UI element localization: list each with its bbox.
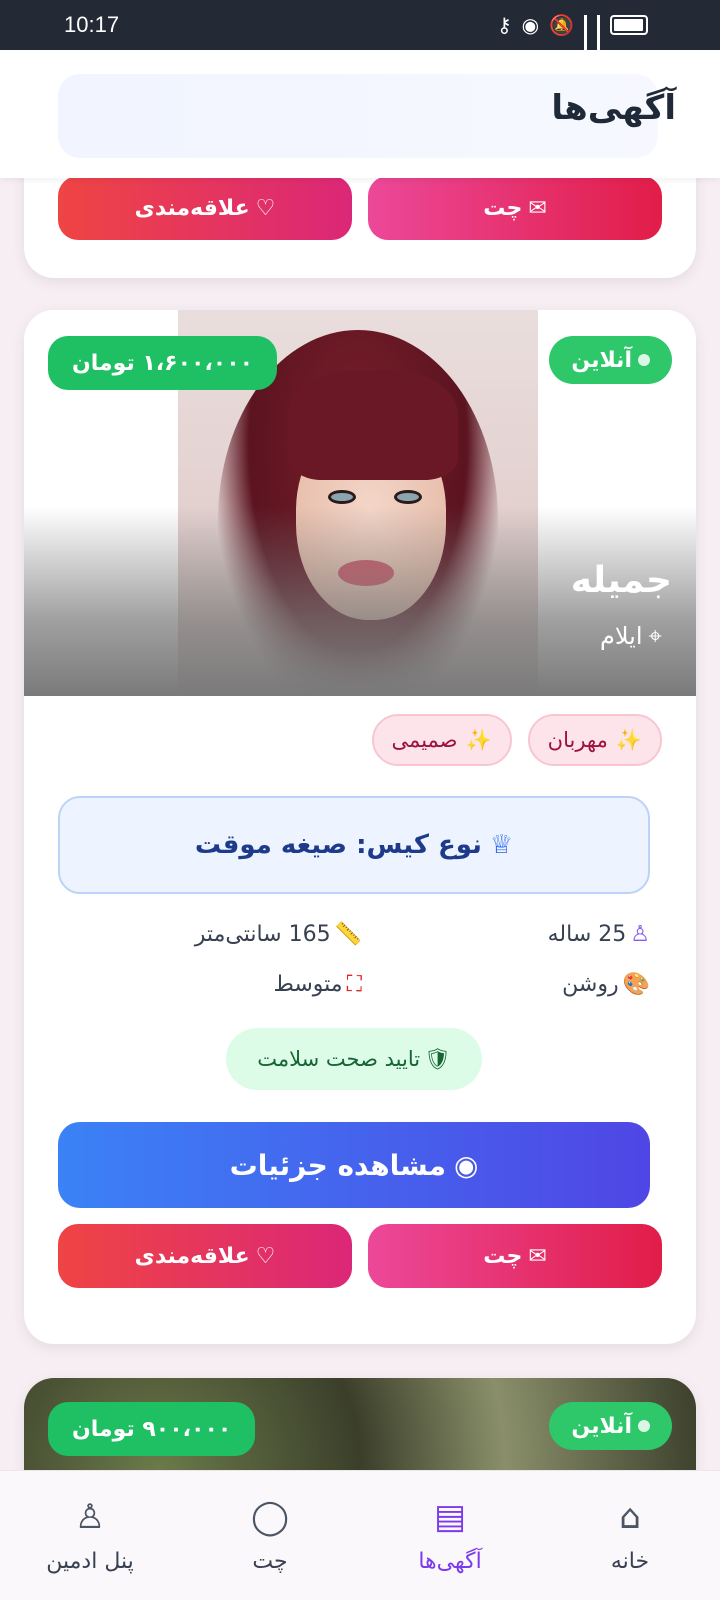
skin-label: روشن: [562, 972, 619, 997]
nav-label: پنل ادمین: [46, 1549, 134, 1574]
sparkle-icon: ✨: [465, 727, 492, 752]
ads-list[interactable]: ♡ علاقه‌مندی ✉ چت آنلاین: [0, 0, 720, 1600]
favorite-button[interactable]: ♡ علاقه‌مندی: [58, 1224, 352, 1288]
eye-icon: ◉: [521, 13, 540, 37]
person-city: ⌖ ایلام: [600, 622, 662, 650]
nav-ads[interactable]: ▤ آگهی‌ها: [360, 1471, 540, 1600]
status-time: 10:17: [64, 12, 120, 37]
home-icon: ⌂: [619, 1497, 641, 1537]
details-label: مشاهده جزئیات: [229, 1148, 446, 1182]
tag-kind: ✨ مهربان: [527, 714, 662, 766]
profile-photo[interactable]: آنلاین ۱،۶۰۰،۰۰۰ تومان جمیله ⌖ ایلام: [24, 310, 696, 696]
battery-icon: [610, 15, 648, 35]
admin-user-icon: ♙: [74, 1497, 106, 1537]
person-name: جمیله: [570, 560, 672, 601]
key-icon: ⚷: [496, 13, 512, 37]
price-badge: ۹۰۰،۰۰۰ تومان: [48, 1402, 256, 1456]
heart-plus-icon: ♡: [255, 195, 276, 221]
signal-4g-icon: [597, 15, 600, 63]
tag-label: صمیمی: [391, 728, 458, 752]
sparkle-icon: ✨: [615, 727, 642, 752]
online-badge: آنلاین: [549, 336, 672, 384]
age-info: ♙ 25 ساله: [548, 922, 650, 947]
nav-label: خانه: [610, 1549, 650, 1574]
nav-home[interactable]: ⌂ خانه: [540, 1471, 720, 1600]
chat-label: چت: [483, 1243, 523, 1269]
mute-icon: 🔕: [549, 13, 574, 37]
location-pin-icon: ⌖: [648, 622, 662, 650]
city-label: ایلام: [599, 622, 643, 650]
ad-card[interactable]: آنلاین ۱،۶۰۰،۰۰۰ تومان جمیله ⌖ ایلام ✨ م…: [24, 310, 696, 1344]
crown-icon: ♕: [489, 830, 514, 860]
case-type-label: نوع کیس: صیغه موقت: [194, 830, 482, 860]
favorite-label: علاقه‌مندی: [134, 195, 250, 221]
tag-label: مهربان: [547, 728, 608, 752]
price-badge: ۱،۶۰۰،۰۰۰ تومان: [48, 336, 278, 390]
case-type-box: ♕ نوع کیس: صیغه موقت: [58, 796, 650, 894]
age-label: 25 ساله: [547, 922, 627, 947]
body-label: متوسط: [273, 972, 343, 997]
nav-chat[interactable]: ◯ چت: [180, 1471, 360, 1600]
online-dot-icon: [638, 354, 650, 366]
chat-label: چت: [483, 195, 523, 221]
chat-button[interactable]: ✉ چت: [368, 176, 662, 240]
chat-button[interactable]: ✉ چت: [368, 1224, 662, 1288]
chat-bubble-icon: ◯: [250, 1497, 290, 1537]
page-title: آگهی‌ها: [551, 88, 676, 128]
body-info: ⛶ متوسط: [273, 972, 362, 997]
eye-icon: ◉: [453, 1148, 479, 1182]
user-icon: ♙: [630, 922, 650, 947]
info-grid: ♙ 25 ساله 📏 165 سانتی‌متر 🎨 روشن ⛶ متوسط: [58, 914, 650, 1024]
shield-check-icon: 🛡: [424, 1046, 451, 1071]
tags: ✨ مهربان ✨ صمیمی: [371, 714, 662, 766]
chat-icon: ✉: [528, 1243, 547, 1269]
online-label: آنلاین: [571, 1413, 632, 1439]
tag-friendly: ✨ صمیمی: [371, 714, 512, 766]
app-header: آگهی‌ها: [0, 50, 720, 178]
health-verified-badge: 🛡 تایید صحت سلامت: [226, 1028, 482, 1090]
status-bar: 10:17 ⚷ ◉ 🔕: [0, 0, 720, 63]
nav-label: چت: [252, 1549, 288, 1574]
chat-icon: ✉: [528, 195, 547, 221]
signal-icon: [584, 15, 587, 63]
palette-icon: 🎨: [622, 972, 650, 997]
bottom-nav: ⌂ خانه ▤ آگهی‌ها ◯ چت ♙ پنل ادمین: [0, 1470, 720, 1600]
height-label: 165 سانتی‌متر: [194, 922, 331, 947]
ruler-icon: 📏: [334, 922, 362, 947]
health-label: تایید صحت سلامت: [257, 1047, 421, 1071]
nav-admin[interactable]: ♙ پنل ادمین: [0, 1471, 180, 1600]
favorite-button[interactable]: ♡ علاقه‌مندی: [58, 176, 352, 240]
height-info: 📏 165 سانتی‌متر: [195, 922, 362, 947]
online-badge: آنلاین: [549, 1402, 672, 1450]
view-details-button[interactable]: ◉ مشاهده جزئیات: [58, 1122, 650, 1208]
skin-info: 🎨 روشن: [562, 972, 650, 997]
heart-plus-icon: ♡: [255, 1243, 276, 1269]
status-icons: ⚷ ◉ 🔕: [496, 13, 648, 63]
body-scan-icon: ⛶: [346, 972, 362, 997]
online-dot-icon: [638, 1420, 650, 1432]
favorite-label: علاقه‌مندی: [134, 1243, 250, 1269]
online-label: آنلاین: [571, 347, 632, 373]
ads-icon: ▤: [433, 1497, 467, 1537]
nav-label: آگهی‌ها: [418, 1549, 482, 1574]
